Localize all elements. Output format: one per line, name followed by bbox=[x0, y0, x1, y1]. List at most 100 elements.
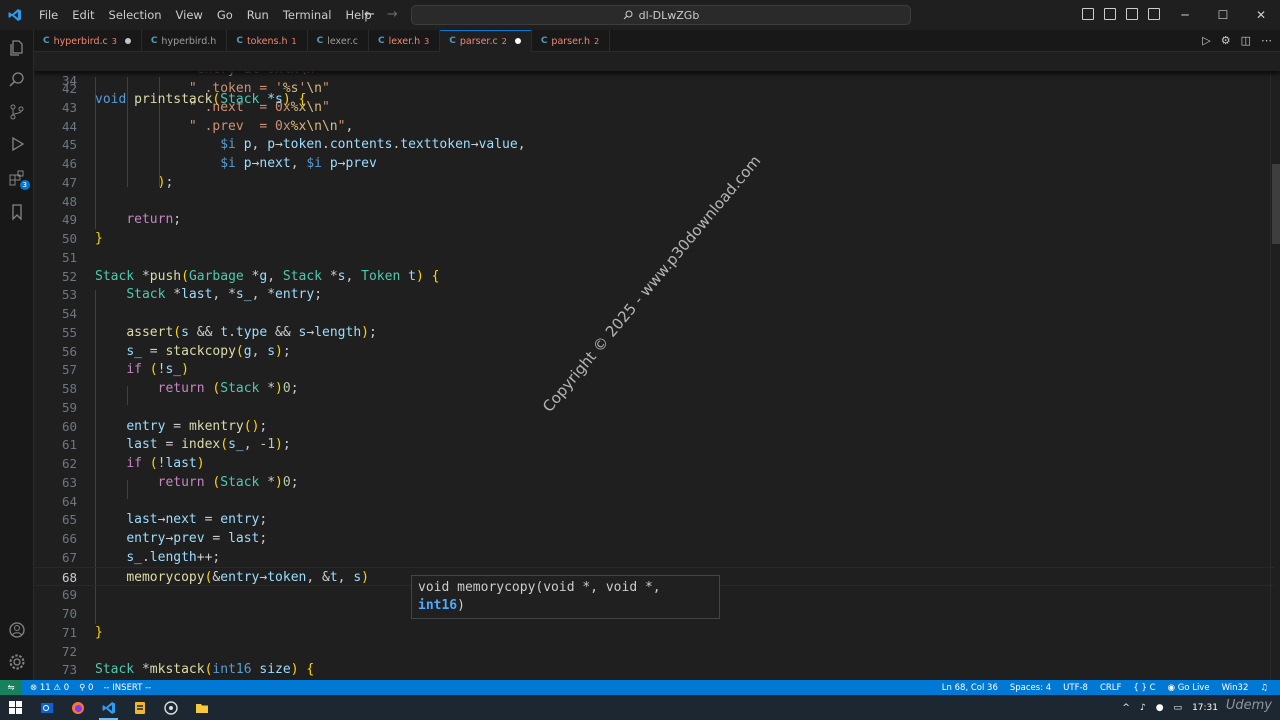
code-line[interactable]: 64 bbox=[34, 492, 1274, 511]
menu-edit[interactable]: Edit bbox=[65, 0, 101, 30]
menu-view[interactable]: View bbox=[169, 0, 210, 30]
code-line[interactable]: 61 last = index(s_, -1); bbox=[34, 435, 1274, 454]
close-icon[interactable]: ✕ bbox=[1242, 0, 1280, 30]
toggle-primary-sidebar-icon[interactable] bbox=[1082, 8, 1094, 20]
code-line[interactable]: 57 if (!s_) bbox=[34, 360, 1274, 379]
code-line[interactable]: 50} bbox=[34, 229, 1274, 248]
cursor-position[interactable]: Ln 68, Col 36 bbox=[942, 683, 998, 693]
menu-file[interactable]: File bbox=[32, 0, 65, 30]
split-editor-icon[interactable]: ◫ bbox=[1241, 34, 1251, 47]
tab-hyperbird-c[interactable]: Chyperbird.c 3 bbox=[34, 30, 142, 52]
code-line[interactable]: 72 bbox=[34, 642, 1274, 661]
minimize-icon[interactable]: ─ bbox=[1166, 0, 1204, 30]
battery-icon[interactable]: ▭ bbox=[1174, 703, 1183, 713]
go-live-button[interactable]: ◉ Go Live bbox=[1168, 683, 1210, 693]
code-line[interactable]: 62 if (!last) bbox=[34, 454, 1274, 473]
tab-lexer-h[interactable]: Clexer.h 3 bbox=[369, 30, 441, 52]
line-code: " .prev = 0x%x\n\n", bbox=[188, 118, 354, 134]
back-arrow-icon[interactable]: ← bbox=[364, 7, 375, 22]
scrollbar-thumb[interactable] bbox=[1272, 164, 1280, 244]
clock-time[interactable]: 17:31 bbox=[1192, 703, 1218, 713]
command-center-search[interactable]: dl-DLwZGb bbox=[411, 5, 911, 25]
menu-go[interactable]: Go bbox=[210, 0, 240, 30]
vscode-taskbar-icon[interactable] bbox=[93, 695, 124, 720]
line-code: return (Stack *)0; bbox=[157, 381, 299, 396]
code-line[interactable]: 44 " .prev = 0x%x\n\n", bbox=[34, 117, 1274, 136]
line-number: 70 bbox=[61, 606, 77, 621]
search-icon bbox=[623, 10, 633, 20]
menu-selection[interactable]: Selection bbox=[102, 0, 169, 30]
account-icon[interactable] bbox=[7, 620, 27, 640]
problems-indicator[interactable]: ⊗ 11 ⚠ 0 bbox=[30, 683, 69, 693]
file-explorer-icon[interactable] bbox=[186, 695, 217, 720]
c-file-icon: C bbox=[449, 36, 456, 46]
code-line[interactable]: 56 s_ = stackcopy(g, s); bbox=[34, 342, 1274, 361]
tab-lexer-c[interactable]: Clexer.c bbox=[308, 30, 369, 52]
encoding[interactable]: UTF-8 bbox=[1063, 683, 1088, 693]
customize-layout-icon[interactable] bbox=[1148, 8, 1160, 20]
search-icon[interactable] bbox=[7, 70, 27, 90]
code-line[interactable]: 46 $i p→next, $i p→prev bbox=[34, 154, 1274, 173]
settings-gear-icon[interactable]: ⚙ bbox=[1221, 34, 1231, 47]
run-debug-icon[interactable] bbox=[7, 134, 27, 154]
code-line[interactable]: 59 bbox=[34, 398, 1274, 417]
source-control-icon[interactable] bbox=[7, 102, 27, 122]
line-code: memorycopy(&entry→token, &t, s) bbox=[126, 569, 369, 585]
toggle-panel-icon[interactable] bbox=[1104, 8, 1116, 20]
bookmark-icon[interactable] bbox=[7, 202, 27, 222]
menu-run[interactable]: Run bbox=[240, 0, 276, 30]
indentation[interactable]: Spaces: 4 bbox=[1010, 683, 1051, 693]
windows-start-icon[interactable] bbox=[0, 695, 31, 720]
tab-hyperbird-h[interactable]: Chyperbird.h bbox=[142, 30, 228, 52]
line-number: 34 bbox=[61, 73, 77, 88]
tab-tokens-h[interactable]: Ctokens.h 1 bbox=[227, 30, 308, 52]
code-line[interactable]: 66 entry→prev = last; bbox=[34, 529, 1274, 548]
line-number: 72 bbox=[61, 643, 77, 659]
code-editor[interactable]: 34 void printstack(Stack *s) { "entry at… bbox=[34, 52, 1280, 680]
language-mode[interactable]: { } C bbox=[1133, 683, 1155, 693]
line-number: 48 bbox=[61, 193, 77, 209]
code-line[interactable]: 65 last→next = entry; bbox=[34, 510, 1274, 529]
manage-gear-icon[interactable] bbox=[7, 652, 27, 672]
code-line[interactable]: 67 s_.length++; bbox=[34, 548, 1274, 567]
more-actions-icon[interactable]: ⋯ bbox=[1261, 34, 1272, 47]
menu-bar: File Edit Selection View Go Run Terminal… bbox=[32, 0, 379, 30]
code-line[interactable]: 45 $i p, p→token.contents.texttoken→valu… bbox=[34, 135, 1274, 154]
ports-indicator[interactable]: ⚲ 0 bbox=[79, 683, 93, 693]
remote-indicator-icon[interactable]: ⇋ bbox=[0, 680, 22, 695]
browser-icon[interactable] bbox=[155, 695, 186, 720]
firefox-icon[interactable] bbox=[62, 695, 93, 720]
sticky-scroll-header[interactable]: 34 void printstack(Stack *s) { bbox=[34, 52, 1280, 107]
notifications-bell-icon[interactable]: ♫ bbox=[1260, 683, 1268, 693]
speaker-icon[interactable]: ♪ bbox=[1140, 703, 1146, 713]
platform[interactable]: Win32 bbox=[1222, 683, 1249, 693]
editor-scrollbar[interactable] bbox=[1270, 52, 1280, 680]
toggle-secondary-sidebar-icon[interactable] bbox=[1126, 8, 1138, 20]
sublime-icon[interactable] bbox=[124, 695, 155, 720]
code-line[interactable]: 55 assert(s && t.type && s→length); bbox=[34, 323, 1274, 342]
maximize-icon[interactable]: ☐ bbox=[1204, 0, 1242, 30]
explorer-icon[interactable] bbox=[7, 38, 27, 58]
c-file-icon: C bbox=[43, 36, 50, 46]
code-line[interactable]: 47 ); bbox=[34, 173, 1274, 192]
code-line[interactable]: 71} bbox=[34, 623, 1274, 642]
menu-terminal[interactable]: Terminal bbox=[276, 0, 339, 30]
code-line[interactable]: 73 Stack *mkstack(int16 size) { bbox=[34, 660, 1274, 679]
microphone-icon[interactable]: ● bbox=[1156, 703, 1164, 713]
code-line[interactable]: 48 bbox=[34, 192, 1274, 211]
run-file-icon[interactable]: ▷ bbox=[1202, 34, 1210, 47]
line-number: 62 bbox=[61, 456, 77, 471]
code-line[interactable]: 58 return (Stack *)0; bbox=[34, 379, 1274, 398]
outlook-icon[interactable] bbox=[31, 695, 62, 720]
extensions-icon[interactable]: 3 bbox=[7, 168, 30, 190]
code-line[interactable]: 54 bbox=[34, 304, 1274, 323]
end-of-line[interactable]: CRLF bbox=[1100, 683, 1121, 693]
chevron-up-icon[interactable]: ^ bbox=[1122, 703, 1130, 713]
forward-arrow-icon[interactable]: → bbox=[387, 7, 398, 22]
tab-parser-c[interactable]: Cparser.c 2 bbox=[440, 30, 532, 52]
code-line[interactable]: 49 return; bbox=[34, 210, 1274, 229]
code-line[interactable]: 51 bbox=[34, 248, 1274, 267]
tab-parser-h[interactable]: Cparser.h 2 bbox=[532, 30, 611, 52]
code-line[interactable]: 60 entry = mkentry(); bbox=[34, 417, 1274, 436]
code-line[interactable]: 63 return (Stack *)0; bbox=[34, 473, 1274, 492]
